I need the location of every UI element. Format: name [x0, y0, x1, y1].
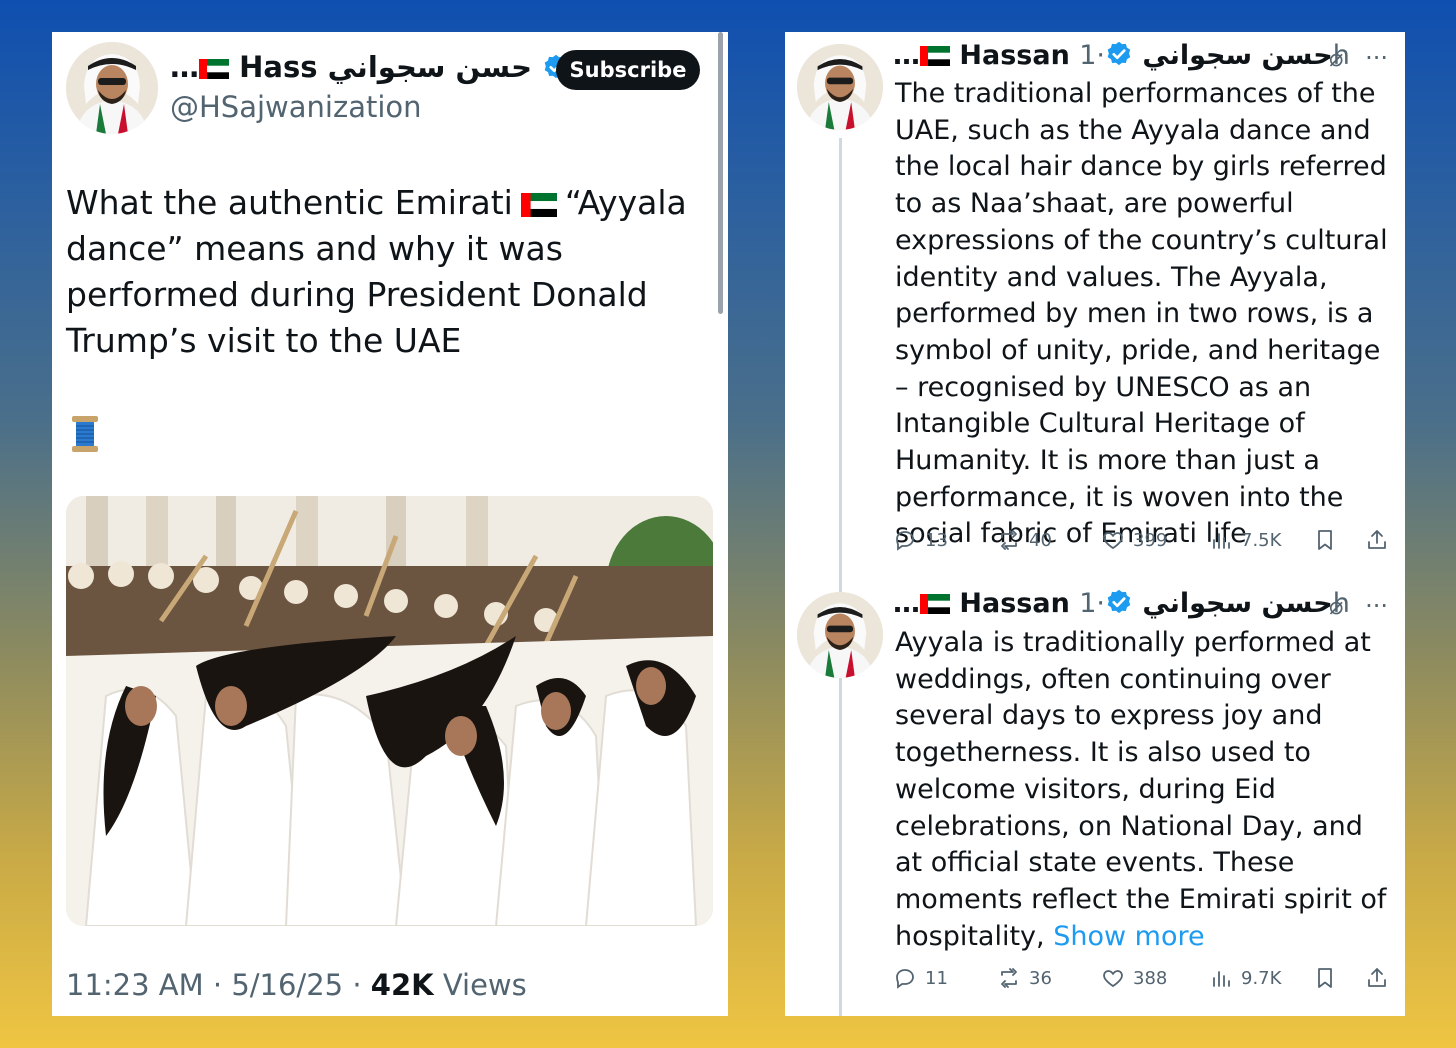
share-icon — [1368, 530, 1386, 549]
reply-text-body: Ayyala is traditionally performed at wed… — [895, 627, 1387, 952]
tweet-photo[interactable] — [66, 496, 713, 926]
like-count: 388 — [1133, 967, 1168, 989]
reply-count: 13 — [925, 529, 948, 551]
like-button[interactable]: 399 — [1101, 528, 1167, 552]
tweet-time[interactable]: 11:23 AM — [66, 968, 204, 1002]
share-icon — [1368, 968, 1386, 987]
views-button[interactable]: 7.5K — [1209, 528, 1281, 552]
reply-header[interactable]: … Hassan حسن سجواني ·1h — [893, 40, 1350, 71]
show-more-link[interactable]: Show more — [1053, 921, 1204, 952]
reply-icon — [896, 969, 914, 989]
share-button[interactable] — [1365, 528, 1389, 552]
uae-flag-icon — [199, 59, 229, 79]
thread-replies-card: … Hassan حسن سجواني ·1h ⌀ ··· The tradit… — [785, 32, 1405, 1016]
author-handle[interactable]: @HSajwanization — [170, 90, 422, 124]
grok-slash-icon[interactable]: ⌀ — [1329, 592, 1343, 620]
reply-avatar[interactable] — [797, 592, 883, 678]
tweet-text-part1: What the authentic Emirati — [66, 183, 513, 222]
author-arabic-name: حسن سجواني — [327, 50, 532, 84]
like-button[interactable]: 388 — [1101, 966, 1167, 990]
bookmark-icon — [1318, 530, 1332, 550]
more-icon[interactable]: ··· — [1365, 44, 1388, 72]
author-name: Hassan — [959, 588, 1070, 619]
like-icon — [1103, 970, 1123, 988]
reply-header-icons: ⌀ ··· — [1329, 44, 1388, 72]
repost-button[interactable]: 40 — [997, 528, 1052, 552]
reply-header[interactable]: … Hassan حسن سجواني ·1h — [893, 588, 1350, 619]
share-button[interactable] — [1365, 966, 1389, 990]
repost-icon — [1001, 968, 1017, 988]
bookmark-icon — [1318, 968, 1332, 988]
like-icon — [1103, 532, 1123, 550]
author-avatar[interactable] — [66, 42, 158, 134]
verified-badge-icon — [1105, 40, 1133, 68]
views-count: 7.5K — [1241, 529, 1282, 551]
meta-separator: · — [212, 968, 223, 1002]
author-name: Hass — [239, 50, 318, 84]
reply-icon — [896, 531, 914, 551]
uae-flag-icon — [520, 193, 557, 217]
reply-actions: 11 36 388 9.7K — [893, 966, 1393, 996]
author-name-prefix: … — [170, 50, 199, 84]
scrollbar[interactable] — [718, 32, 723, 314]
grok-slash-icon[interactable]: ⌀ — [1329, 44, 1343, 72]
author-name: Hassan — [959, 40, 1070, 71]
tweet-text: What the authentic Emirati “Ayyala dance”… — [66, 180, 706, 364]
subscribe-button[interactable]: Subscribe — [556, 50, 700, 90]
reply-button[interactable]: 13 — [893, 528, 948, 552]
repost-count: 36 — [1029, 967, 1052, 989]
repost-icon — [1001, 530, 1017, 550]
verified-badge-icon — [1105, 588, 1133, 616]
thread-connector-line — [839, 138, 842, 1016]
uae-flag-icon — [920, 594, 950, 614]
reply-button[interactable]: 11 — [893, 966, 948, 990]
meta-separator: · — [352, 968, 362, 1002]
reply-header-icons: ⌀ ··· — [1329, 592, 1388, 620]
views-button[interactable]: 9.7K — [1209, 966, 1281, 990]
tweet-meta: 11:23 AM · 5/16/25 · 42K Views — [66, 968, 527, 1002]
repost-button[interactable]: 36 — [997, 966, 1052, 990]
author-name-prefix: … — [893, 40, 920, 71]
views-icon — [1213, 971, 1230, 987]
bookmark-button[interactable] — [1313, 966, 1337, 990]
more-icon[interactable]: ··· — [1365, 592, 1388, 620]
main-tweet-card: … Hass حسن سجواني @HSajwanization Subscr… — [52, 32, 728, 1016]
views-count: 9.7K — [1241, 967, 1282, 989]
bookmark-button[interactable] — [1313, 528, 1337, 552]
author-arabic-name: حسن سجواني — [1142, 40, 1333, 71]
reply-count: 11 — [925, 967, 948, 989]
views-icon — [1213, 533, 1230, 549]
spool-thread-icon — [70, 414, 100, 454]
reply-actions: 13 40 399 7.5K — [893, 528, 1393, 558]
author-name-prefix: … — [893, 588, 920, 619]
reply-text: Ayyala is traditionally performed at wed… — [895, 625, 1397, 955]
reply-avatar[interactable] — [797, 44, 883, 130]
reply-text: The traditional performances of the UAE,… — [895, 78, 1388, 550]
author-arabic-name: حسن سجواني — [1142, 588, 1333, 619]
uae-flag-icon — [920, 46, 950, 66]
tweet-date[interactable]: 5/16/25 — [231, 968, 343, 1002]
views-label: Views — [442, 968, 527, 1002]
repost-count: 40 — [1029, 529, 1052, 551]
views-count: 42K — [370, 968, 434, 1002]
like-count: 399 — [1133, 529, 1168, 551]
author-name-row[interactable]: … Hass حسن سجواني — [170, 50, 570, 84]
